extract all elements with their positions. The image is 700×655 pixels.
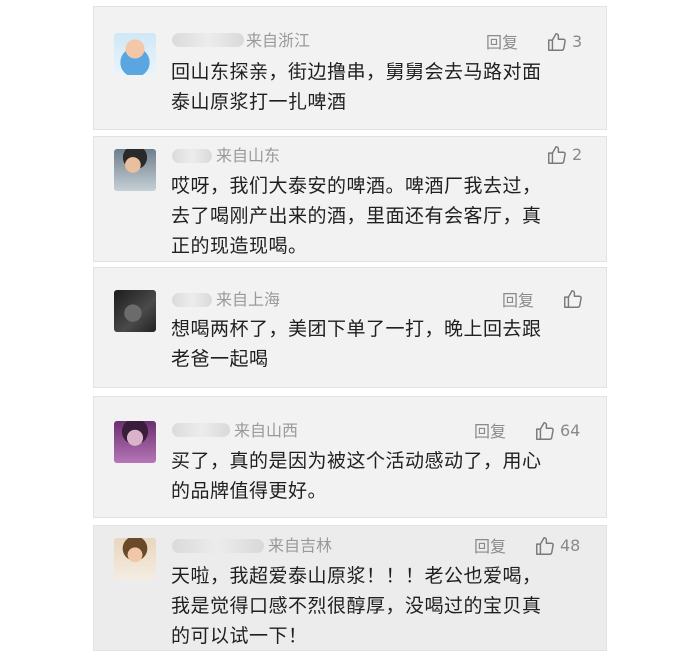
like-button[interactable] bbox=[562, 288, 588, 310]
username-blurred bbox=[172, 293, 212, 307]
comment-text-line: 买了，真的是因为被这个活动感动了，用心 bbox=[171, 450, 542, 472]
avatar[interactable] bbox=[114, 149, 156, 191]
reply-button[interactable]: 回复 bbox=[474, 422, 506, 442]
comment-text: 想喝两杯了，美团下单了一打，晚上回去跟 老爸一起喝 bbox=[171, 314, 591, 374]
like-button[interactable]: 2 bbox=[546, 144, 582, 166]
avatar[interactable] bbox=[114, 538, 156, 580]
thumbs-up-icon bbox=[536, 422, 554, 440]
comment-location: 来自浙江 bbox=[246, 31, 311, 50]
comment-text-line: 去了喝刚产出来的酒，里面还有会客厅，真 bbox=[171, 205, 542, 227]
comment-card: 来自山东 2 哎呀，我们大泰安的啤酒。啤酒厂我去过， 去了喝刚产出来的酒，里面还… bbox=[93, 136, 607, 262]
comment-text-line: 的品牌值得更好。 bbox=[171, 480, 328, 502]
comment-text-line: 哎呀，我们大泰安的啤酒。啤酒厂我去过， bbox=[171, 175, 542, 197]
reply-button[interactable]: 回复 bbox=[486, 33, 518, 53]
like-count: 64 bbox=[560, 421, 581, 440]
avatar[interactable] bbox=[114, 33, 156, 75]
comment-card: 来自浙江 回复 3 回山东探亲，街边撸串，舅舅会去马路对面 泰山原浆打一扎啤酒 bbox=[93, 6, 607, 130]
comment-text: 天啦，我超爱泰山原浆！！！老公也爱喝， 我是觉得口感不烈很醇厚，没喝过的宝贝真 … bbox=[171, 561, 591, 651]
like-button[interactable]: 3 bbox=[546, 31, 582, 53]
username-blurred bbox=[172, 539, 264, 553]
avatar[interactable] bbox=[114, 290, 156, 332]
username-blurred bbox=[172, 33, 244, 47]
like-count: 48 bbox=[560, 536, 581, 555]
like-count: 3 bbox=[572, 32, 583, 51]
comment-text-line: 我是觉得口感不烈很醇厚，没喝过的宝贝真 bbox=[171, 595, 542, 617]
like-button[interactable]: 64 bbox=[534, 420, 580, 442]
comment-text: 买了，真的是因为被这个活动感动了，用心 的品牌值得更好。 bbox=[171, 446, 591, 506]
avatar[interactable] bbox=[114, 421, 156, 463]
comment-text-line: 天啦，我超爱泰山原浆！！！老公也爱喝， bbox=[171, 565, 542, 587]
like-button[interactable]: 48 bbox=[534, 535, 580, 557]
thumbs-up-icon bbox=[548, 146, 566, 164]
reply-button[interactable]: 回复 bbox=[474, 537, 506, 557]
comment-card: 来自山西 回复 64 买了，真的是因为被这个活动感动了，用心 的品牌值得更好。 bbox=[93, 396, 607, 518]
comment-location: 来自上海 bbox=[216, 290, 281, 309]
comment-text-line: 泰山原浆打一扎啤酒 bbox=[171, 91, 347, 113]
like-count: 2 bbox=[572, 145, 583, 164]
comment-text-line: 老爸一起喝 bbox=[171, 348, 269, 370]
comment-location: 来自吉林 bbox=[268, 536, 333, 555]
reply-button[interactable]: 回复 bbox=[502, 291, 534, 311]
thumbs-up-icon bbox=[564, 290, 582, 308]
comment-feed: 来自浙江 回复 3 回山东探亲，街边撸串，舅舅会去马路对面 泰山原浆打一扎啤酒 … bbox=[0, 0, 700, 655]
thumbs-up-icon bbox=[548, 33, 566, 51]
comment-text: 回山东探亲，街边撸串，舅舅会去马路对面 泰山原浆打一扎啤酒 bbox=[171, 57, 591, 117]
thumbs-up-icon bbox=[536, 537, 554, 555]
comment-text-line: 回山东探亲，街边撸串，舅舅会去马路对面 bbox=[171, 61, 542, 83]
comment-card: 来自上海 回复 想喝两杯了，美团下单了一打，晚上回去跟 老爸一起喝 bbox=[93, 267, 607, 388]
comment-text-line: 想喝两杯了，美团下单了一打，晚上回去跟 bbox=[171, 318, 542, 340]
comment-card: 来自吉林 回复 48 天啦，我超爱泰山原浆！！！老公也爱喝， 我是觉得口感不烈很… bbox=[93, 525, 607, 651]
username-blurred bbox=[172, 149, 212, 163]
comment-text-line: 的可以试一下！ bbox=[171, 625, 308, 647]
comment-location: 来自山西 bbox=[234, 421, 299, 440]
comment-location: 来自山东 bbox=[216, 146, 281, 165]
comment-text: 哎呀，我们大泰安的啤酒。啤酒厂我去过， 去了喝刚产出来的酒，里面还有会客厅，真 … bbox=[171, 171, 591, 261]
comment-text-line: 正的现造现喝。 bbox=[171, 235, 308, 257]
username-blurred bbox=[172, 423, 230, 437]
